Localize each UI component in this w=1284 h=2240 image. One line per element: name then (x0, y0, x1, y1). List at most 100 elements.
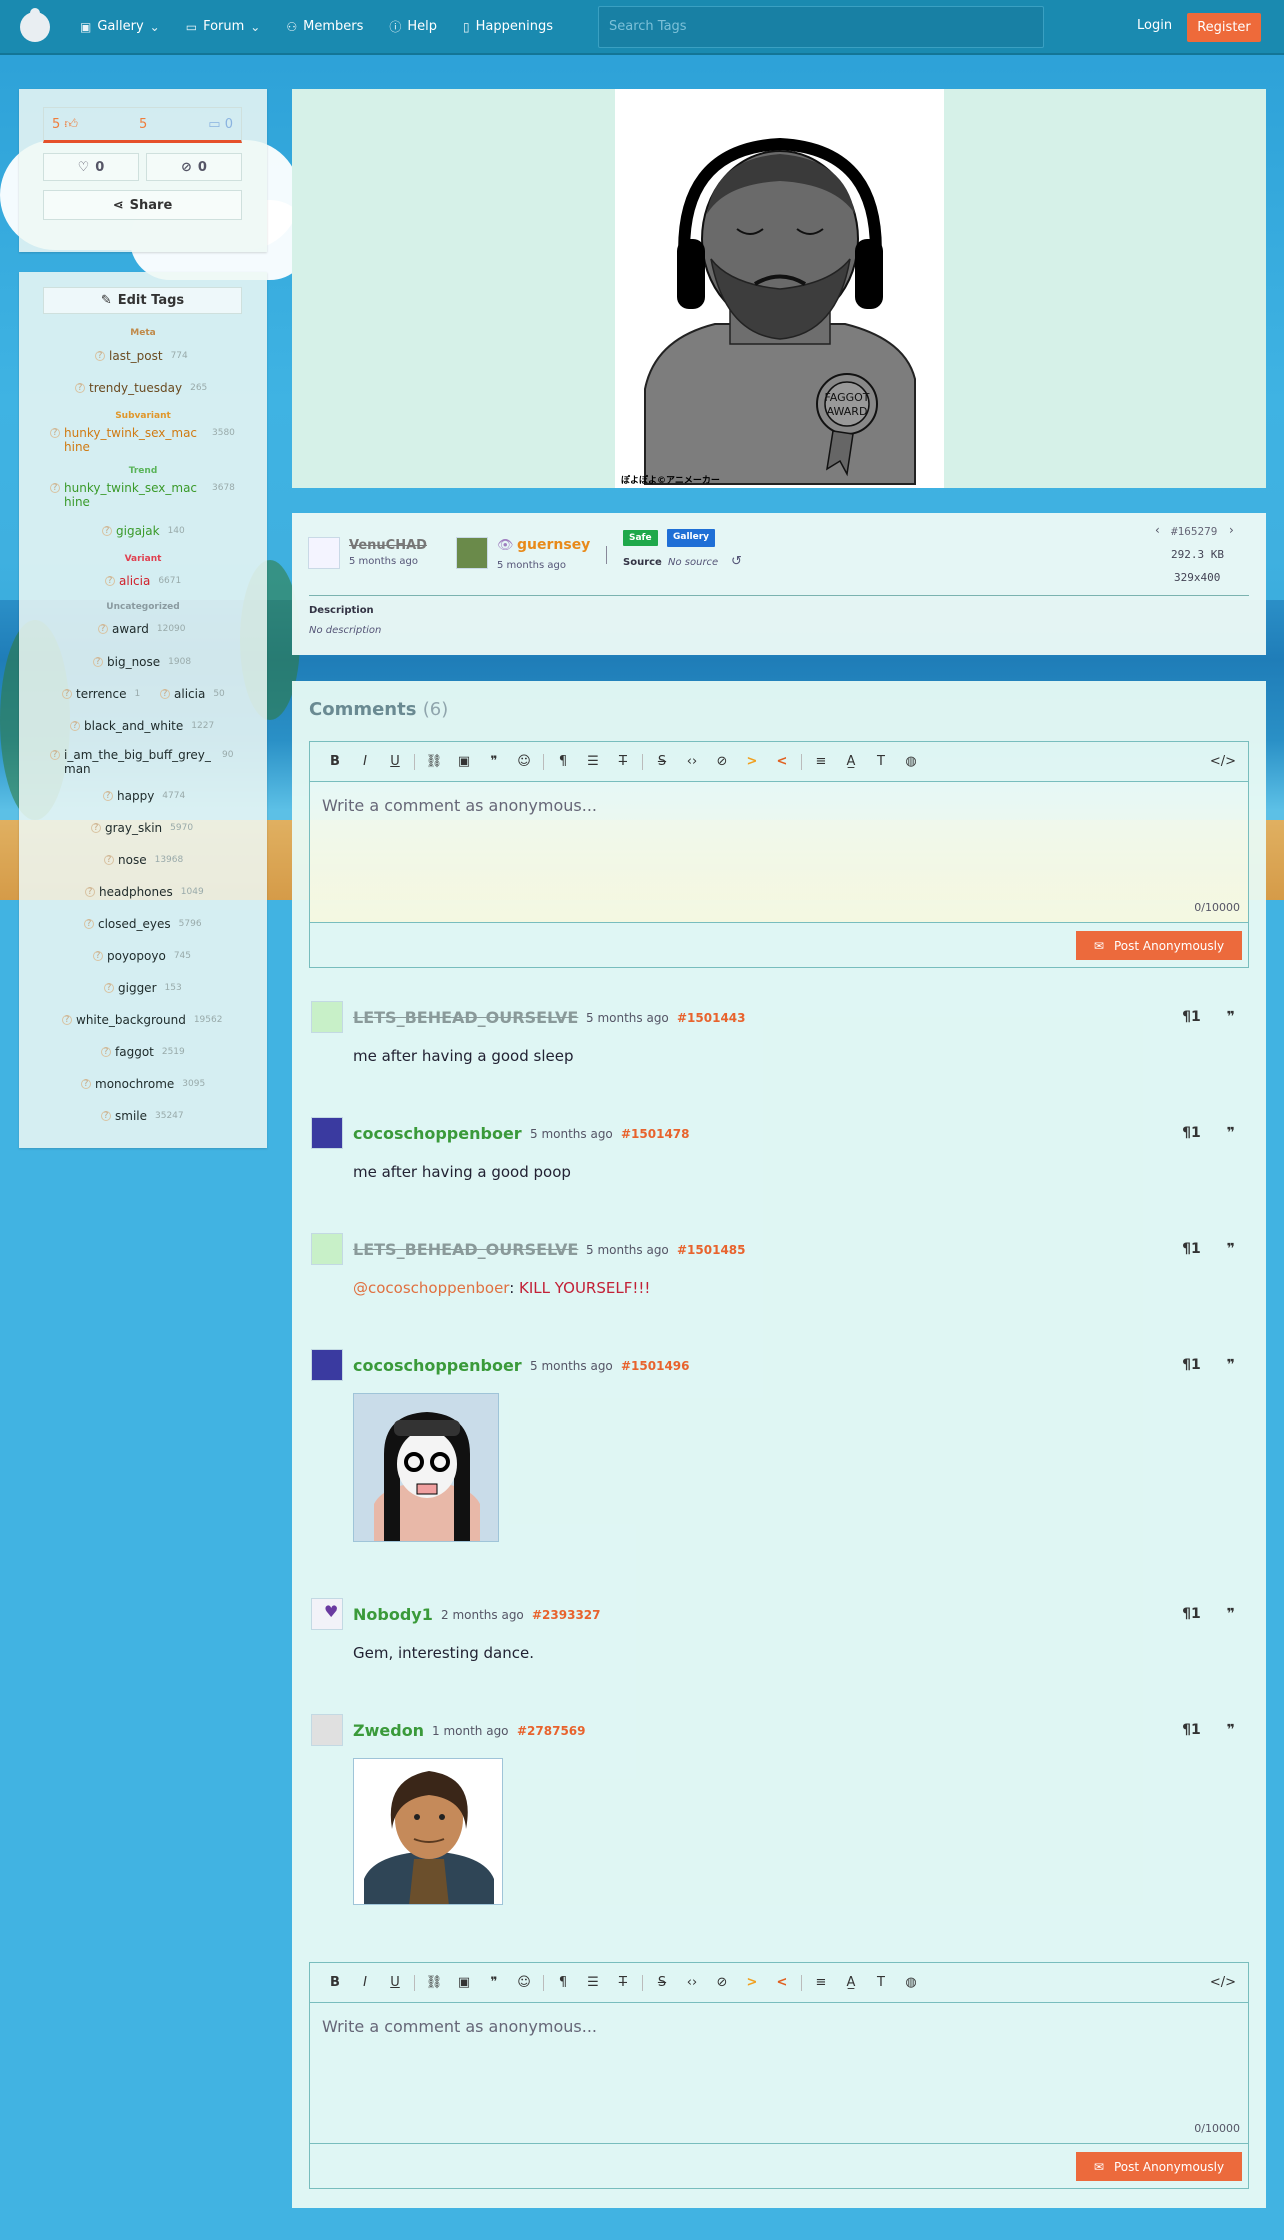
tag-name[interactable]: happy (117, 789, 154, 803)
comment-author[interactable]: LETS_BEHEAD_OURSELVE (353, 1008, 578, 1027)
reply-icon[interactable]: ¶1 (1182, 1009, 1201, 1025)
tag-name[interactable]: gray_skin (105, 821, 162, 835)
comment-textarea[interactable]: Write a comment as anonymous... 0/10000 (310, 782, 1248, 922)
tag-name[interactable]: last_post (109, 349, 163, 363)
tag-item[interactable]: ? headphones 1049 (85, 885, 204, 899)
rating-badge[interactable]: Safe (623, 530, 658, 546)
avatar[interactable] (311, 1349, 343, 1381)
align-icon[interactable]: ≡ (806, 754, 836, 769)
comment-author[interactable]: Nobody1 (353, 1605, 433, 1624)
approver-avatar[interactable] (456, 537, 488, 569)
register-button[interactable]: Register (1187, 13, 1261, 42)
align-icon[interactable]: ≡ (806, 1975, 836, 1990)
redtext-icon[interactable]: < (767, 1975, 797, 1990)
tag-item[interactable]: ? alicia 6671 (105, 574, 181, 588)
tag-name[interactable]: i_am_the_big_buff_grey_man (64, 748, 214, 776)
tag-item[interactable]: ? hunky_twink_sex_machine 3678 (50, 481, 250, 509)
image-icon[interactable]: ▣ (449, 754, 479, 769)
hide-button[interactable]: ⊘ 0 (146, 153, 242, 181)
comment-author[interactable]: Zwedon (353, 1721, 424, 1740)
reply-icon[interactable]: ¶1 (1182, 1722, 1201, 1738)
avatar[interactable] (311, 1117, 343, 1149)
tag-item[interactable]: ? happy 4774 (103, 789, 185, 803)
nav-happenings[interactable]: ▯ Happenings (463, 19, 553, 34)
strikethrough-icon[interactable]: S̶ (647, 1975, 677, 1990)
clear-format-icon[interactable]: T̶ (608, 1975, 638, 1990)
comment-author[interactable]: cocoschoppenboer (353, 1356, 522, 1375)
approver-name[interactable]: guernsey (517, 537, 590, 553)
tag-item[interactable]: ? big_nose 1908 (93, 655, 191, 669)
tag-item[interactable]: ? smile 35247 (101, 1109, 184, 1123)
tag-item[interactable]: ? gigger 153 (104, 981, 182, 995)
tag-item[interactable]: ? i_am_the_big_buff_grey_man 90 (50, 748, 250, 776)
comment-id[interactable]: #2787569 (517, 1724, 586, 1738)
spoiler-icon[interactable]: ⊘ (707, 754, 737, 769)
tag-name[interactable]: closed_eyes (98, 917, 171, 931)
tag-name[interactable]: gigajak (116, 524, 160, 538)
font-size-icon[interactable]: T (866, 754, 896, 769)
tag-name[interactable]: monochrome (95, 1077, 174, 1091)
uploader-name[interactable]: VenuCHAD (349, 538, 427, 553)
tag-item[interactable]: ? monochrome 3095 (81, 1077, 205, 1091)
comment-count-button[interactable]: ▭ 0 (208, 117, 233, 132)
tag-item[interactable]: ? black_and_white 1227 (70, 719, 214, 733)
tag-item[interactable]: ? poyopoyo 745 (93, 949, 191, 963)
avatar[interactable] (311, 1714, 343, 1746)
tag-item[interactable]: ? white_background 19562 (62, 1013, 222, 1027)
tag-name[interactable]: award (112, 622, 149, 636)
tag-item[interactable]: ? closed_eyes 5796 (84, 917, 202, 931)
nav-help[interactable]: ⓘ Help (389, 18, 437, 35)
comment-id[interactable]: #1501496 (621, 1359, 690, 1373)
link-icon[interactable]: ⛓ (419, 1975, 449, 1990)
clear-format-icon[interactable]: T̶ (608, 754, 638, 769)
quote-icon[interactable]: ❞ (1227, 1241, 1235, 1257)
tag-name[interactable]: terrence (76, 687, 126, 701)
tag-name[interactable]: poyopoyo (107, 949, 166, 963)
comment-id[interactable]: #2393327 (532, 1608, 601, 1622)
mention-link[interactable]: @cocoschoppenboer (353, 1279, 509, 1297)
reply-icon[interactable]: ¶1 (1182, 1357, 1201, 1373)
quote-icon[interactable]: ❞ (1227, 1009, 1235, 1025)
tag-name[interactable]: gigger (118, 981, 157, 995)
tag-name[interactable]: hunky_twink_sex_machine (64, 481, 204, 509)
bold-icon[interactable]: B (320, 754, 350, 769)
tag-item[interactable]: ? faggot 2519 (101, 1045, 185, 1059)
comment-image[interactable] (353, 1758, 503, 1905)
search-input[interactable]: Search Tags (598, 6, 1044, 48)
underline-icon[interactable]: U (380, 754, 410, 769)
italic-icon[interactable]: I (350, 1975, 380, 1990)
quote-icon[interactable]: ❞ (479, 754, 509, 769)
tag-item[interactable]: ? award 12090 (98, 622, 186, 636)
nav-gallery[interactable]: ▣ Gallery ⌄ (80, 19, 160, 34)
tag-item[interactable]: ? trendy_tuesday 265 (75, 381, 207, 395)
tag-name[interactable]: nose (118, 853, 147, 867)
paragraph-icon[interactable]: ¶ (548, 754, 578, 769)
tag-name[interactable]: big_nose (107, 655, 160, 669)
reply-icon[interactable]: ¶1 (1182, 1241, 1201, 1257)
avatar[interactable] (311, 1001, 343, 1033)
tag-name[interactable]: black_and_white (84, 719, 183, 733)
tag-name[interactable]: trendy_tuesday (89, 381, 182, 395)
tag-item[interactable]: ? gigajak 140 (102, 524, 185, 538)
avatar[interactable]: ♥ (311, 1598, 343, 1630)
favorite-button[interactable]: ♡ 0 (43, 153, 139, 181)
comment-id[interactable]: #1501485 (677, 1243, 746, 1257)
palette-icon[interactable]: ◍ (896, 1975, 926, 1990)
list-icon[interactable]: ☰ (578, 754, 608, 769)
source-code-icon[interactable]: </> (1208, 754, 1238, 769)
tag-name[interactable]: smile (115, 1109, 147, 1123)
tag-name[interactable]: faggot (115, 1045, 154, 1059)
comment-textarea[interactable]: Write a comment as anonymous... 0/10000 (310, 2003, 1248, 2143)
palette-icon[interactable]: ◍ (896, 754, 926, 769)
next-post-icon[interactable]: › (1229, 523, 1234, 537)
site-logo[interactable] (20, 7, 50, 42)
tag-item[interactable]: ? last_post 774 (95, 349, 188, 363)
quote-icon[interactable]: ❞ (1227, 1722, 1235, 1738)
quote-icon[interactable]: ❞ (479, 1975, 509, 1990)
code-icon[interactable]: ‹› (677, 1975, 707, 1990)
quote-icon[interactable]: ❞ (1227, 1606, 1235, 1622)
post-image[interactable]: FAGGOT AWARD ぽよぽよ©アニメーカー (615, 89, 944, 488)
nav-forum[interactable]: ▭ Forum ⌄ (186, 19, 261, 34)
category-badge[interactable]: Gallery (667, 529, 716, 547)
tag-name[interactable]: white_background (76, 1013, 186, 1027)
